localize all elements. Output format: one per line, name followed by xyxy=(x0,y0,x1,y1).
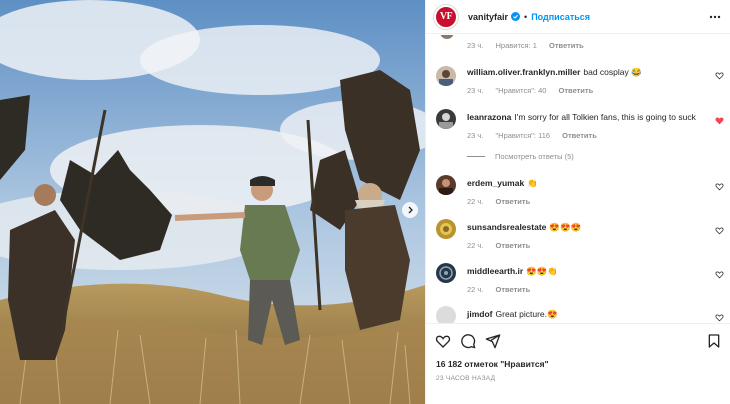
post-header: VF vanityfair • Подписаться xyxy=(426,0,730,34)
next-photo-button[interactable] xyxy=(402,202,418,218)
view-replies-label: Посмотреть ответы (5) xyxy=(495,152,574,161)
comment-content: I'm sorry for all Tolkien fans, this is … xyxy=(514,112,696,122)
avatar-image xyxy=(440,223,452,235)
reply-button[interactable]: Ответить xyxy=(562,131,597,140)
reply-button[interactable]: Ответить xyxy=(496,241,531,250)
comment-icon[interactable] xyxy=(460,333,476,349)
post-viewer: VF vanityfair • Подписаться 23 ч. Нравит… xyxy=(0,0,730,404)
comment-content: Great picture.😍 xyxy=(495,309,558,319)
comment-username[interactable]: leanrazona xyxy=(467,112,511,122)
comment-time: 22 ч. xyxy=(467,241,484,250)
comment-meta: 22 ч. Ответить xyxy=(467,241,540,250)
comment-text: william.oliver.franklyn.miller bad cospla… xyxy=(467,67,707,78)
comment-content: bad cosplay 😂 xyxy=(583,67,642,77)
reply-button[interactable]: Ответить xyxy=(496,285,531,294)
header-separator: • xyxy=(524,11,528,22)
avatar[interactable] xyxy=(436,109,456,129)
avatar-image xyxy=(439,113,453,129)
follow-button[interactable]: Подписаться xyxy=(531,12,590,22)
comment-meta: 23 ч. "Нравится": 40 Ответить xyxy=(467,86,603,95)
comment-time: 23 ч. xyxy=(467,131,484,140)
post-actions: 16 182 отметок "Нравится" 23 ЧАСОВ НАЗАД xyxy=(426,323,730,404)
comment-meta: 23 ч. Нравится: 1 Ответить xyxy=(467,41,594,50)
comment-likes[interactable]: "Нравится": 40 xyxy=(496,86,547,95)
post-sidebar: VF vanityfair • Подписаться 23 ч. Нравит… xyxy=(425,0,730,404)
reply-button[interactable]: Ответить xyxy=(549,41,584,50)
share-icon[interactable] xyxy=(485,333,501,349)
comment-text: leanrazona I'm sorry for all Tolkien fans… xyxy=(467,112,707,123)
avatar[interactable] xyxy=(436,263,456,283)
reply-divider xyxy=(467,156,485,157)
comment-content: 😍😍👏 xyxy=(526,266,558,276)
like-comment-icon[interactable] xyxy=(715,71,724,80)
verified-icon xyxy=(511,12,521,21)
comment-username[interactable]: sunsandsrealestate xyxy=(467,222,546,232)
comment-text: sunsandsrealestate 😍😍😍 xyxy=(467,222,707,233)
like-comment-icon[interactable] xyxy=(715,270,724,279)
comment-meta: 22 ч. Ответить xyxy=(467,285,540,294)
comment-username[interactable]: erdem_yumak xyxy=(467,178,524,188)
liked-heart-icon[interactable] xyxy=(715,116,724,125)
avatar[interactable] xyxy=(436,306,456,323)
comment-time: 22 ч. xyxy=(467,197,484,206)
post-timestamp: 23 ЧАСОВ НАЗАД xyxy=(436,375,496,382)
comment-time: 23 ч. xyxy=(467,41,484,50)
avatar-image xyxy=(439,266,453,280)
comment-username[interactable]: william.oliver.franklyn.miller xyxy=(467,67,580,77)
avatar-image xyxy=(439,70,453,86)
chevron-right-icon xyxy=(408,206,413,214)
comment-time: 23 ч. xyxy=(467,86,484,95)
avatar[interactable] xyxy=(436,219,456,239)
comment-content: 😍😍😍 xyxy=(549,222,582,232)
save-icon[interactable] xyxy=(706,333,722,349)
photo-illustration xyxy=(0,0,425,404)
comment-likes[interactable]: Нравится: 1 xyxy=(496,41,537,50)
comment-likes[interactable]: "Нравится": 116 xyxy=(496,131,551,140)
reply-button[interactable]: Ответить xyxy=(496,197,531,206)
comment-content: 👏 xyxy=(527,178,538,188)
account-username[interactable]: vanityfair xyxy=(468,12,508,22)
post-photo[interactable] xyxy=(0,0,425,404)
like-comment-icon[interactable] xyxy=(715,313,724,322)
avatar[interactable] xyxy=(436,175,456,195)
comment-meta: 22 ч. Ответить xyxy=(467,197,540,206)
comment-username[interactable]: middleearth.ir xyxy=(467,266,523,276)
logo-text: VF xyxy=(439,11,453,22)
like-icon[interactable] xyxy=(435,333,451,349)
avatar[interactable] xyxy=(440,35,454,39)
account-avatar[interactable]: VF xyxy=(434,4,458,29)
avatar-image xyxy=(439,179,453,195)
more-icon[interactable] xyxy=(709,11,721,23)
reply-button[interactable]: Ответить xyxy=(559,86,594,95)
comment-text: jimdof Great picture.😍 xyxy=(467,309,707,320)
comment-time: 22 ч. xyxy=(467,285,484,294)
comment-username[interactable]: jimdof xyxy=(467,309,493,319)
like-comment-icon[interactable] xyxy=(715,182,724,191)
comments-list[interactable]: 23 ч. Нравится: 1 Ответить william.olive… xyxy=(426,35,730,323)
likes-count[interactable]: 16 182 отметок "Нравится" xyxy=(436,359,549,369)
comment-text: middleearth.ir 😍😍👏 xyxy=(467,266,707,277)
comment-text: erdem_yumak 👏 xyxy=(467,178,707,189)
view-replies-button[interactable]: Посмотреть ответы (5) xyxy=(467,152,574,161)
avatar[interactable] xyxy=(436,66,456,86)
comment-meta: 23 ч. "Нравится": 116 Ответить xyxy=(467,131,607,140)
like-comment-icon[interactable] xyxy=(715,226,724,235)
